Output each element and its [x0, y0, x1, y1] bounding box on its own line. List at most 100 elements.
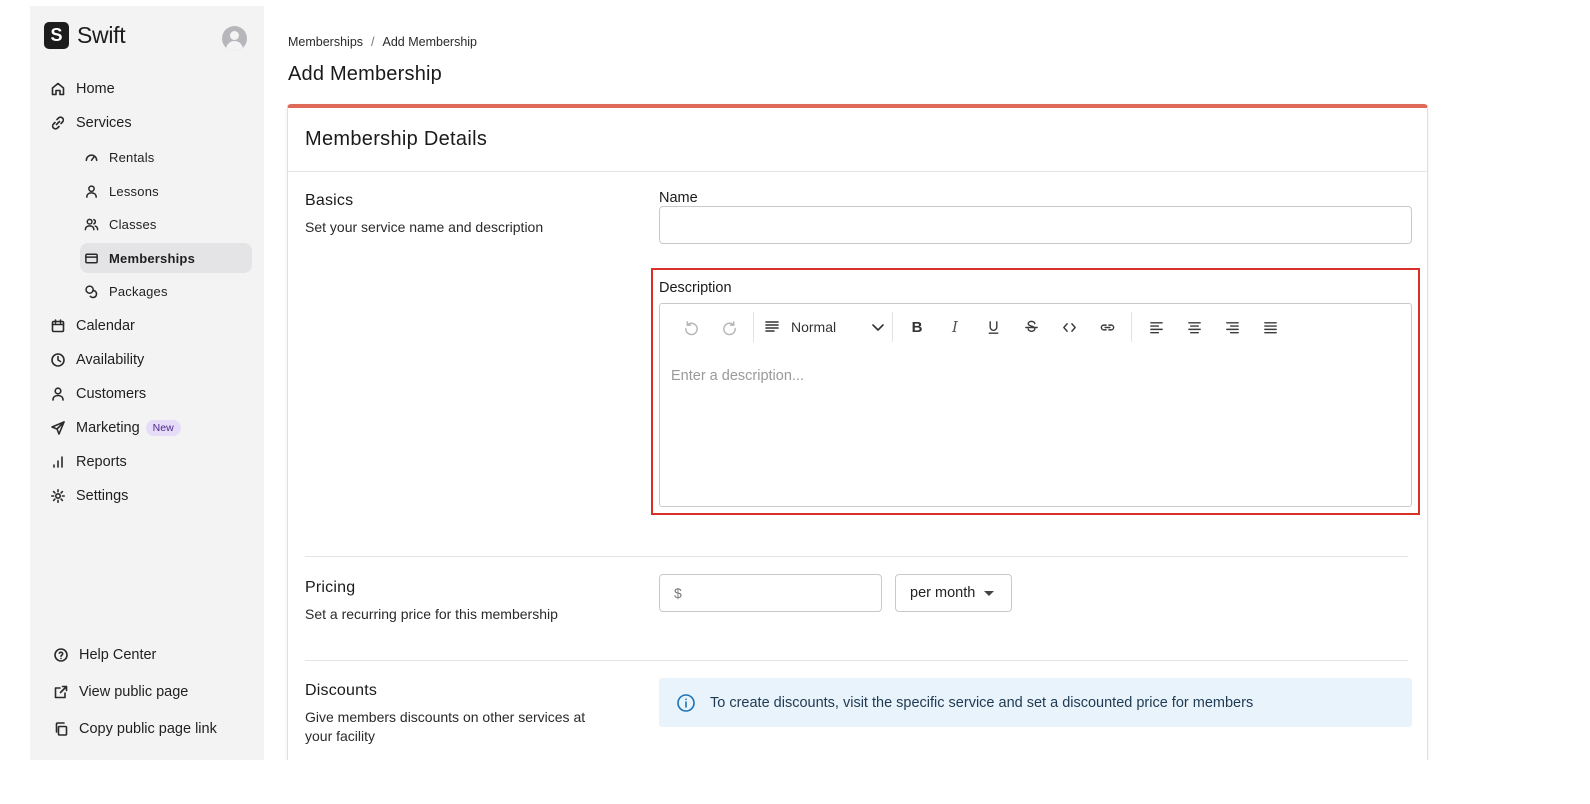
align-left-icon — [1149, 321, 1163, 333]
card-divider — [288, 171, 1427, 172]
caret-down-icon — [984, 590, 995, 596]
section-divider — [305, 660, 1408, 661]
underline-button[interactable] — [974, 312, 1012, 342]
price-input[interactable]: $ — [659, 574, 882, 612]
sidebar-item-home[interactable]: Home — [50, 77, 115, 101]
gear-icon — [51, 489, 65, 503]
name-input[interactable] — [659, 206, 1412, 244]
home-icon — [51, 82, 65, 96]
italic-button[interactable]: I — [936, 312, 974, 342]
breadcrumb-current: Add Membership — [382, 35, 478, 49]
sidebar-subitem-lessons[interactable]: Lessons — [80, 176, 252, 206]
basics-title: Basics — [305, 192, 354, 209]
membership-details-card: Membership Details Basics Set your servi… — [287, 104, 1428, 804]
strikethrough-icon — [1024, 320, 1038, 332]
discounts-title: Discounts — [305, 682, 378, 699]
card-title: Membership Details — [305, 128, 488, 150]
page-bottom-margin — [0, 760, 1590, 804]
bold-button[interactable]: B — [898, 312, 936, 342]
coins-icon — [85, 284, 98, 298]
description-editor[interactable]: Normal B I Enter a description... — [659, 303, 1412, 507]
calendar-icon — [51, 319, 65, 333]
logo-icon: S — [44, 22, 69, 49]
page-title: Add Membership — [288, 63, 442, 85]
link-icon — [1100, 323, 1114, 331]
undo-button[interactable] — [672, 312, 710, 342]
clock-icon — [51, 353, 65, 367]
sidebar-item-label: Settings — [76, 488, 129, 504]
currency-symbol: $ — [674, 585, 682, 601]
sidebar-item-settings[interactable]: Settings — [50, 484, 128, 508]
italic-icon: I — [952, 318, 958, 336]
sidebar-item-label: Availability — [76, 352, 145, 368]
pricing-title: Pricing — [305, 579, 356, 596]
description-label: Description — [659, 280, 732, 296]
block-type-value: Normal — [791, 319, 837, 335]
sidebar-item-label: Home — [76, 81, 115, 97]
app-name: Swift — [77, 22, 126, 48]
sidebar-item-label: Lessons — [109, 183, 159, 199]
sidebar-subitem-memberships[interactable]: Memberships — [80, 243, 252, 273]
sidebar-item-label: Rentals — [109, 149, 155, 165]
view-public-page-link[interactable]: View public page — [53, 680, 188, 704]
sidebar-item-services[interactable]: Services — [50, 111, 132, 135]
link-icon — [51, 116, 65, 130]
code-button[interactable] — [1050, 312, 1088, 342]
align-justify-button[interactable] — [1251, 312, 1289, 342]
align-center-button[interactable] — [1175, 312, 1213, 342]
avatar[interactable] — [222, 26, 247, 51]
copy-public-page-link[interactable]: Copy public page link — [53, 717, 217, 741]
strikethrough-button[interactable] — [1012, 312, 1050, 342]
sidebar-item-label: Classes — [109, 216, 157, 232]
pricing-description: Set a recurring price for this membershi… — [305, 606, 558, 622]
breadcrumb-separator: / — [371, 35, 375, 49]
new-badge: New — [145, 420, 181, 436]
sidebar-item-label: Reports — [76, 454, 127, 470]
toolbar-separator — [1131, 312, 1132, 342]
redo-button[interactable] — [710, 312, 748, 342]
discounts-description: Give members discounts on other services… — [305, 709, 586, 744]
user-icon — [52, 387, 64, 401]
info-icon — [677, 693, 695, 712]
sidebar-item-label: Packages — [109, 283, 168, 299]
link-button[interactable] — [1088, 312, 1126, 342]
copy-icon — [55, 722, 68, 736]
help-circle-icon — [54, 648, 68, 662]
sidebar-item-label: Customers — [76, 386, 147, 402]
sidebar-item-reports[interactable]: Reports — [50, 450, 127, 474]
underline-icon — [988, 320, 998, 334]
sidebar-item-calendar[interactable]: Calendar — [50, 314, 135, 338]
users-icon — [84, 218, 99, 230]
align-right-button[interactable] — [1213, 312, 1251, 342]
billing-period-select[interactable]: per month — [895, 574, 1012, 612]
sidebar-item-availability[interactable]: Availability — [50, 348, 144, 372]
sidebar-item-label: Marketing — [76, 420, 140, 436]
editor-toolbar: Normal B I — [660, 304, 1411, 350]
sidebar-subitem-rentals[interactable]: Rentals — [80, 142, 252, 172]
footer-item-label: Help Center — [79, 647, 157, 663]
billing-period-value: per month — [910, 585, 976, 601]
sidebar-subitem-packages[interactable]: Packages — [80, 276, 252, 306]
app-logo[interactable]: S Swift — [44, 22, 126, 49]
breadcrumb-parent[interactable]: Memberships — [288, 35, 363, 49]
align-justify-icon — [1263, 321, 1277, 333]
bar-chart-icon — [53, 456, 63, 468]
sidebar-item-marketing[interactable]: Marketing New — [50, 416, 181, 440]
redo-icon — [722, 320, 736, 335]
card-icon — [85, 253, 98, 263]
description-text-area[interactable]: Enter a description... — [660, 350, 1411, 506]
align-left-button[interactable] — [1137, 312, 1175, 342]
sidebar-subitem-classes[interactable]: Classes — [80, 209, 252, 239]
code-icon — [1062, 322, 1076, 332]
send-icon — [51, 421, 65, 435]
external-link-icon — [54, 685, 68, 699]
undo-icon — [684, 320, 698, 335]
sidebar-item-label: Memberships — [109, 250, 196, 266]
block-type-select[interactable]: Normal — [759, 312, 887, 342]
user-icon — [86, 184, 97, 198]
sidebar-item-customers[interactable]: Customers — [50, 382, 146, 406]
help-center-link[interactable]: Help Center — [53, 643, 156, 667]
footer-item-label: View public page — [79, 684, 189, 700]
paragraph-icon — [765, 321, 779, 332]
align-center-icon — [1187, 321, 1201, 333]
